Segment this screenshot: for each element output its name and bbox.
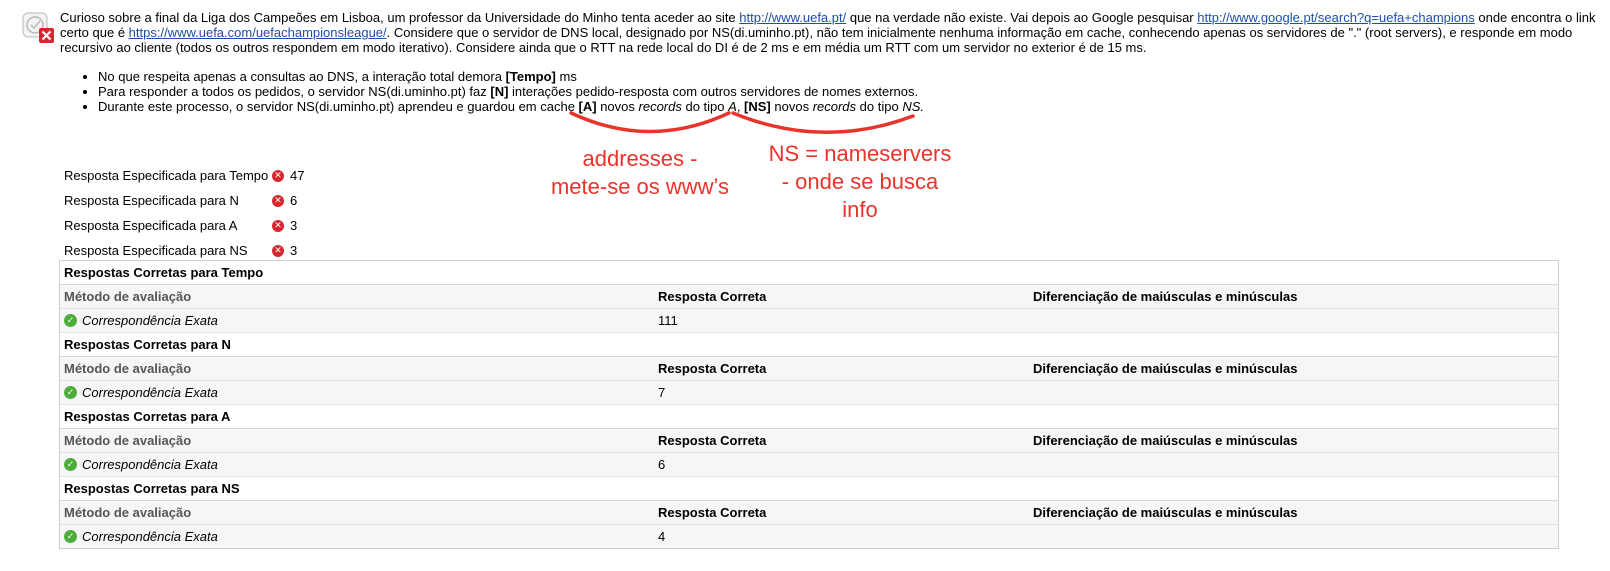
table-header: Método de avaliação Resposta Correta Dif… [60, 429, 1558, 453]
annotation-a: addresses - mete-se os www’s [550, 146, 730, 199]
column-answer: Resposta Correta [658, 433, 767, 448]
method-value: Correspondência Exata [82, 385, 218, 400]
blank-ns: [NS] [744, 99, 771, 114]
blank-n: [N] [490, 84, 509, 99]
column-answer: Resposta Correta [658, 289, 767, 304]
table-row: ✓ Correspondência Exata 4 [60, 525, 1558, 548]
specified-label: Resposta Especificada para NS [64, 243, 248, 258]
correct-icon: ✓ [64, 530, 77, 543]
table-header: Método de avaliação Resposta Correta Dif… [60, 285, 1558, 309]
column-case: Diferenciação de maiúsculas e minúsculas [1033, 289, 1298, 304]
specified-value: 3 [290, 218, 298, 233]
case-value [1033, 381, 1558, 404]
specified-answer-row: Resposta Especificada para Tempo ✕ 47 [64, 163, 304, 188]
annotation-ns: NS = nameservers - onde se busca info [768, 141, 952, 222]
method-value: Correspondência Exata [82, 529, 218, 544]
section-title: Respostas Corretas para NS [60, 477, 1558, 501]
incorrect-icon: ✕ [272, 219, 284, 232]
table-row: ✓ Correspondência Exata 7 [60, 381, 1558, 405]
correct-icon: ✓ [64, 458, 77, 471]
specified-answer-row: Resposta Especificada para N ✕ 6 [64, 188, 304, 213]
method-value: Correspondência Exata [82, 313, 218, 328]
google-search-link[interactable]: http://www.google.pt/search?q=uefa+champ… [1197, 10, 1475, 25]
table-header: Método de avaliação Resposta Correta Dif… [60, 357, 1558, 381]
specified-label: Resposta Especificada para A [64, 218, 238, 233]
correct-icon: ✓ [64, 314, 77, 327]
column-method: Método de avaliação [64, 505, 192, 520]
correct-answers-table: Respostas Corretas para Tempo Método de … [59, 260, 1559, 549]
specified-label: Resposta Especificada para N [64, 193, 239, 208]
case-value [1033, 453, 1558, 476]
blank-tempo: [Tempo] [505, 69, 556, 84]
column-case: Diferenciação de maiúsculas e minúsculas [1033, 433, 1298, 448]
column-case: Diferenciação de maiúsculas e minúsculas [1033, 505, 1298, 520]
section-title: Respostas Corretas para Tempo [60, 261, 1558, 285]
section-title: Respostas Corretas para A [60, 405, 1558, 429]
specified-answers: Resposta Especificada para Tempo ✕ 47 Re… [64, 163, 304, 263]
incorrect-icon: ✕ [272, 194, 284, 207]
uefa-champions-link[interactable]: https://www.uefa.com/uefachampionsleague… [129, 25, 387, 40]
blank-a: [A] [578, 99, 597, 114]
column-method: Método de avaliação [64, 289, 192, 304]
question-text-part: que na verdade não existe. Vai depois ao… [846, 10, 1198, 25]
specified-answer-row: Resposta Especificada para A ✕ 3 [64, 213, 304, 238]
question-item-n: Para responder a todos os pedidos, o ser… [98, 84, 924, 99]
question-item-tempo: No que respeita apenas a consultas ao DN… [98, 69, 924, 84]
case-value [1033, 525, 1558, 548]
question-item-a-ns: Durante este processo, o servidor NS(di.… [98, 99, 924, 114]
question-intro: Curioso sobre a final da Liga dos Campeõ… [60, 10, 740, 25]
correct-icon: ✓ [64, 386, 77, 399]
table-row: ✓ Correspondência Exata 111 [60, 309, 1558, 333]
method-value: Correspondência Exata [82, 457, 218, 472]
specified-value: 47 [290, 168, 305, 183]
incorrect-icon: ✕ [272, 244, 284, 257]
column-method: Método de avaliação [64, 361, 192, 376]
column-answer: Resposta Correta [658, 361, 767, 376]
specified-value: 6 [290, 193, 298, 208]
correct-answer: 111 [658, 313, 678, 328]
table-row: ✓ Correspondência Exata 6 [60, 453, 1558, 477]
correct-answer: 6 [658, 457, 666, 472]
correct-answer: 4 [658, 529, 666, 544]
table-header: Método de avaliação Resposta Correta Dif… [60, 501, 1558, 525]
specified-value: 3 [290, 243, 298, 258]
question-text: Curioso sobre a final da Liga dos Campeõ… [60, 10, 1605, 55]
specified-label: Resposta Especificada para Tempo [64, 168, 269, 183]
uefa-pt-link[interactable]: http://www.uefa.pt/ [739, 10, 846, 25]
column-case: Diferenciação de maiúsculas e minúsculas [1033, 361, 1298, 376]
section-title: Respostas Corretas para N [60, 333, 1558, 357]
question-items: No que respeita apenas a consultas ao DN… [80, 69, 924, 114]
correct-answer: 7 [658, 385, 666, 400]
case-value [1033, 309, 1558, 332]
column-method: Método de avaliação [64, 433, 192, 448]
column-answer: Resposta Correta [658, 505, 767, 520]
incorrect-icon: ✕ [272, 169, 284, 182]
question-status-icon [22, 12, 54, 43]
